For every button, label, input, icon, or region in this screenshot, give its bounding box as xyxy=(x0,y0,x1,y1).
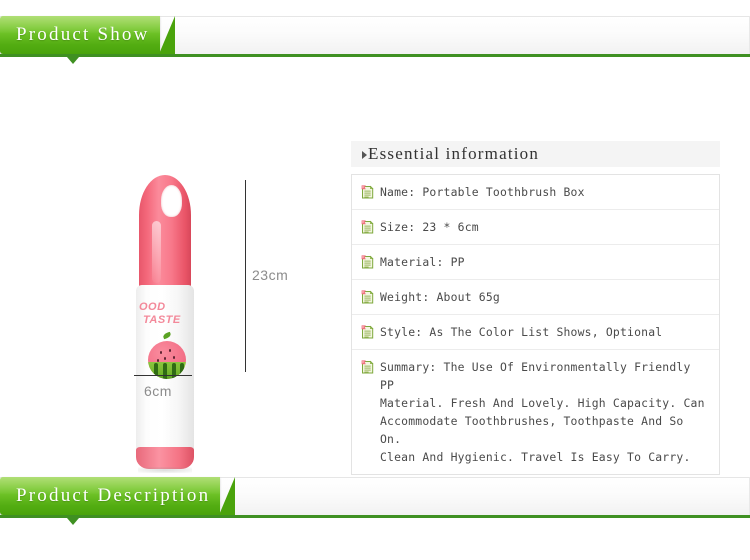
watermelon-stripe xyxy=(180,363,184,379)
info-row: Summary: The Use Of Environmentally Frie… xyxy=(352,350,719,474)
essential-information-table: Name: Portable Toothbrush Box Size: 23 * … xyxy=(351,174,720,475)
info-row-text: Material: PP xyxy=(380,255,465,269)
product-description-banner: Product Description xyxy=(0,477,750,525)
watermelon-stripe xyxy=(163,363,167,379)
note-document-icon xyxy=(361,290,374,304)
watermelon-stripe xyxy=(154,363,158,379)
watermelon-seed xyxy=(160,351,162,354)
essential-information-header[interactable]: Essential information xyxy=(351,141,720,167)
note-document-icon xyxy=(361,360,374,374)
bottle-cap xyxy=(139,175,191,295)
banner-green-rule xyxy=(0,54,750,57)
banner-green-rule xyxy=(0,515,750,518)
note-document-icon xyxy=(361,185,374,199)
info-row-text: Size: 23 * 6cm xyxy=(380,220,479,234)
info-row-text: Style: As The Color List Shows, Optional xyxy=(380,325,663,339)
label-line-1: OOD xyxy=(139,301,166,313)
product-description-tab-label: Product Description xyxy=(16,485,211,506)
info-row: Size: 23 * 6cm xyxy=(352,210,719,245)
product-show-tab-label: Product Show xyxy=(16,24,150,45)
note-document-icon xyxy=(361,220,374,234)
watermelon-seed xyxy=(164,357,166,360)
info-row: Weight: About 65g xyxy=(352,280,719,315)
width-dimension-label: 6cm xyxy=(144,383,172,399)
watermelon-stripe xyxy=(172,363,176,379)
product-description-tab[interactable]: Product Description xyxy=(0,477,236,515)
info-row: Name: Portable Toothbrush Box xyxy=(352,175,719,210)
triangle-down-icon xyxy=(67,57,79,64)
triangle-down-icon xyxy=(67,518,79,525)
cap-loop-hole xyxy=(161,185,182,217)
product-show-banner: Product Show xyxy=(0,16,750,64)
bottle-label-text: OOD TASTE xyxy=(139,301,195,327)
essential-information-panel: Essential information Name: Portable Too… xyxy=(351,141,720,475)
note-document-icon xyxy=(361,255,374,269)
width-dimension-line xyxy=(134,375,192,376)
label-line-2: TASTE xyxy=(143,314,181,326)
info-row-text: Summary: The Use Of Environmentally Frie… xyxy=(380,360,705,464)
info-row: Material: PP xyxy=(352,245,719,280)
watermelon-leaf xyxy=(162,331,172,340)
watermelon-seed xyxy=(157,359,159,362)
info-row-text: Name: Portable Toothbrush Box xyxy=(380,185,585,199)
product-image-toothbrush-box: OOD TASTE xyxy=(132,175,198,475)
bottle-base xyxy=(136,447,194,469)
product-shadow xyxy=(138,467,192,473)
essential-information-title: Essential information xyxy=(368,144,540,163)
product-figure: OOD TASTE 23cm 6cm xyxy=(100,120,330,473)
info-row-text: Weight: About 65g xyxy=(380,290,500,304)
caret-right-icon xyxy=(362,151,367,159)
height-dimension-line xyxy=(245,180,246,372)
cap-highlight xyxy=(152,221,161,283)
height-dimension-label: 23cm xyxy=(252,267,289,283)
watermelon-icon xyxy=(148,341,186,379)
watermelon-seed xyxy=(169,349,171,352)
note-document-icon xyxy=(361,325,374,339)
product-show-tab[interactable]: Product Show xyxy=(0,16,175,54)
watermelon-seed xyxy=(173,356,175,359)
info-row: Style: As The Color List Shows, Optional xyxy=(352,315,719,350)
